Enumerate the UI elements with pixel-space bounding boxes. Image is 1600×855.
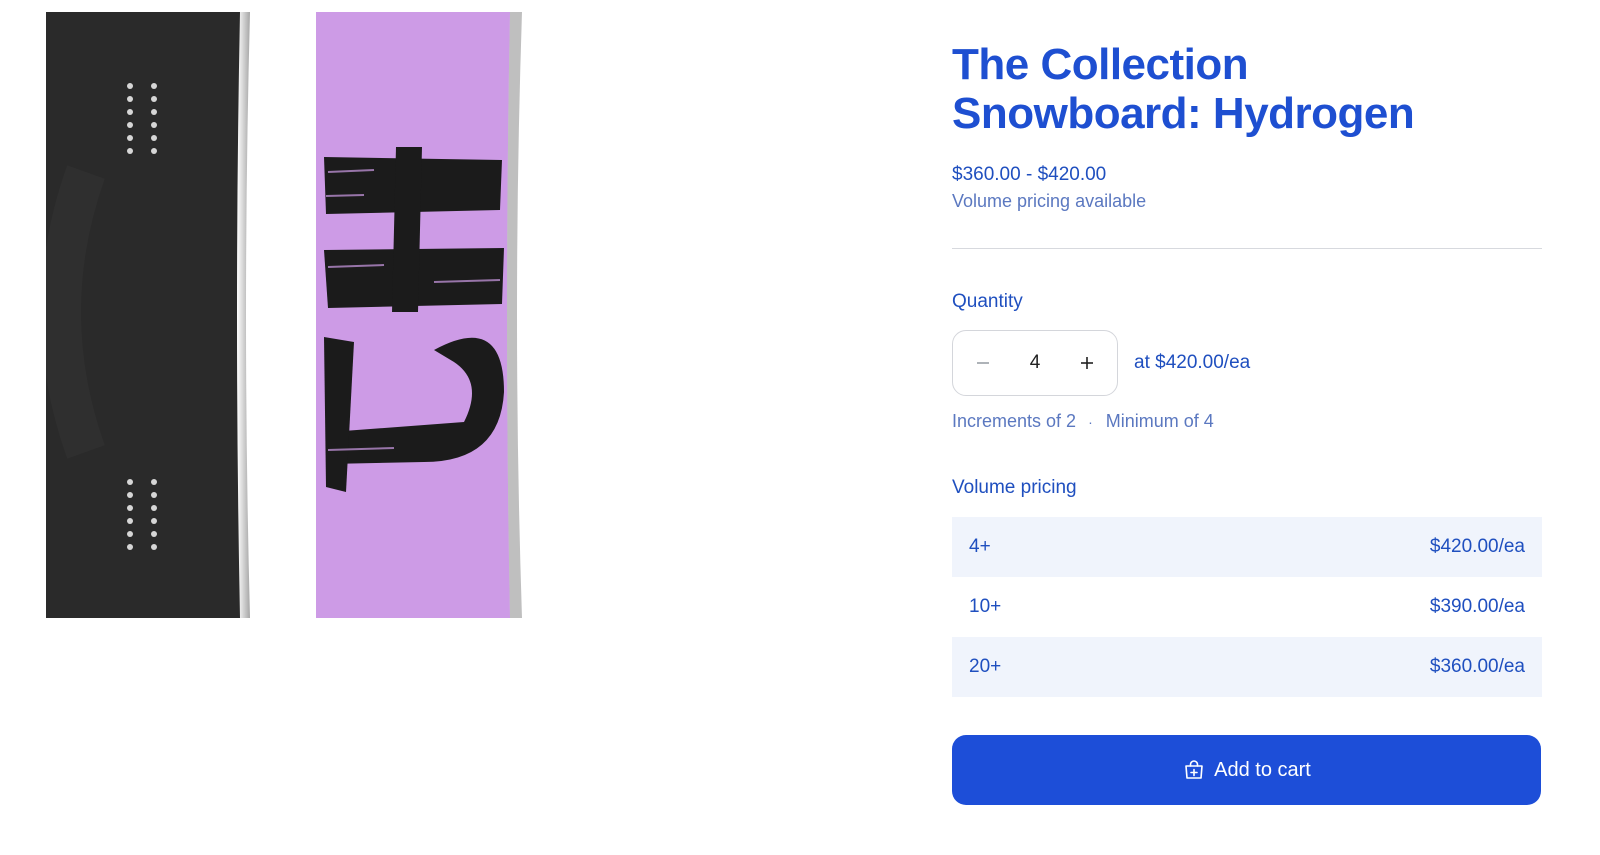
volume-pricing-label: Volume pricing: [952, 477, 1077, 498]
divider: [952, 248, 1542, 249]
minus-icon: [977, 362, 989, 364]
increments-text: Increments of 2: [952, 411, 1077, 431]
volume-pricing-table: 4+ $420.00/ea 10+ $390.00/ea 20+ $360.00…: [952, 517, 1542, 697]
tier-quantity: 10+: [969, 596, 1002, 617]
increment-button[interactable]: [1069, 345, 1105, 381]
add-to-cart-label: Add to cart: [1214, 758, 1311, 781]
product-info: The Collection Snowboard: Hydrogen $360.…: [952, 40, 1542, 805]
snowboard-back-image[interactable]: [46, 12, 258, 618]
pricing-tier-row: 10+ $390.00/ea: [952, 577, 1542, 637]
quantity-stepper[interactable]: 4: [952, 330, 1118, 396]
quantity-rules: Increments of 2 · Minimum of 4: [952, 411, 1542, 432]
add-to-cart-button[interactable]: Add to cart: [952, 735, 1541, 805]
tier-quantity: 4+: [969, 536, 991, 557]
minimum-text: Minimum of 4: [1105, 411, 1214, 431]
shopping-bag-plus-icon: [1182, 758, 1206, 782]
quantity-input[interactable]: 4: [1030, 352, 1041, 374]
pricing-tier-row: 4+ $420.00/ea: [952, 517, 1542, 577]
unit-price: at $420.00/ea: [1134, 352, 1251, 373]
product-title: The Collection Snowboard: Hydrogen: [952, 40, 1542, 138]
quantity-row: 4 at $420.00/ea: [952, 330, 1542, 396]
tier-price: $360.00/ea: [1429, 656, 1525, 677]
tier-quantity: 20+: [969, 656, 1002, 677]
product-title-line1: The Collection: [952, 40, 1249, 89]
pricing-tier-row: 20+ $360.00/ea: [952, 637, 1542, 697]
tier-price: $390.00/ea: [1429, 596, 1525, 617]
product-title-line2: Snowboard: Hydrogen: [952, 89, 1415, 138]
decrement-button[interactable]: [965, 345, 1001, 381]
separator-dot: ·: [1088, 413, 1093, 430]
snowboard-front-image[interactable]: [314, 12, 528, 618]
tier-price: $420.00/ea: [1429, 536, 1525, 557]
price-range: $360.00 - $420.00: [952, 164, 1107, 185]
quantity-label: Quantity: [952, 291, 1023, 312]
product-gallery: [0, 0, 900, 855]
volume-pricing-note: Volume pricing available: [952, 191, 1147, 211]
plus-icon: [1080, 357, 1093, 369]
